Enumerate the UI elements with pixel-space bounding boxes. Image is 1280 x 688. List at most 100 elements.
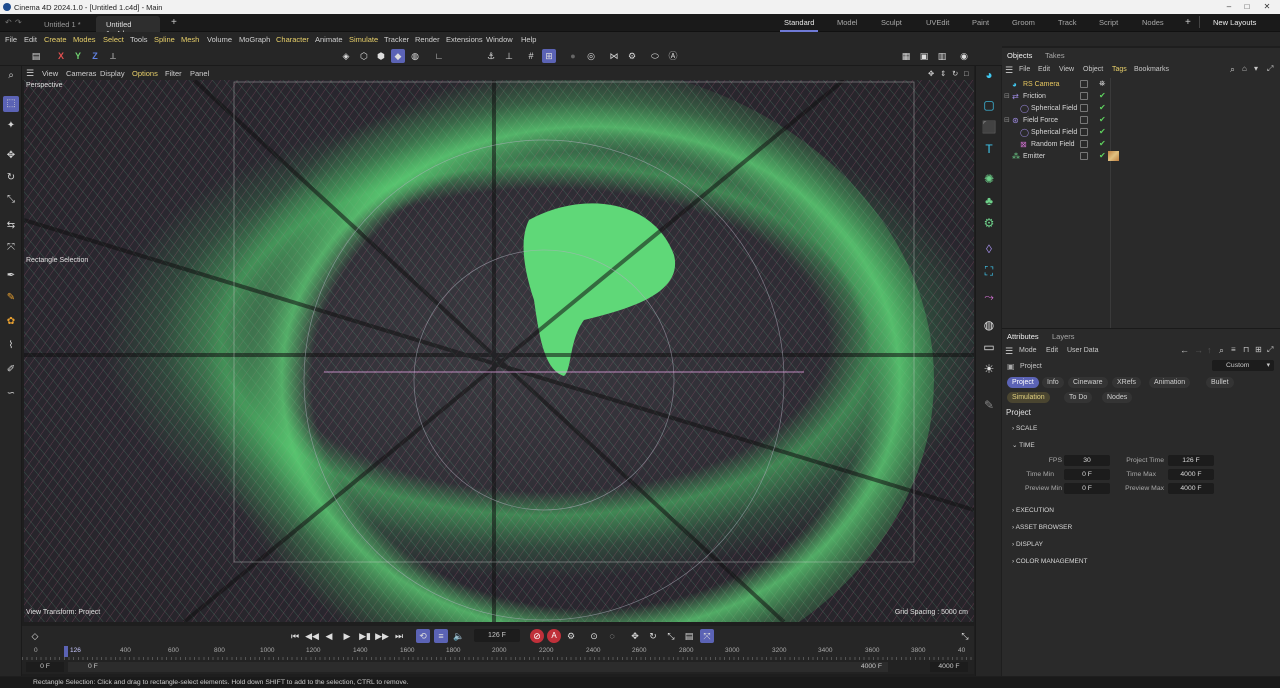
menu-animate[interactable]: Animate [315,35,343,44]
enabled-check-icon[interactable]: ✔ [1099,115,1106,124]
attr-tab-simulation[interactable]: Simulation [1007,392,1050,403]
tab-takes[interactable]: Takes [1045,51,1065,60]
menu-mograph[interactable]: MoGraph [239,35,270,44]
loop-icon[interactable]: ⟲ [416,629,430,643]
zoom-view-icon[interactable]: ⇕ [940,69,946,78]
menu-tools[interactable]: Tools [130,35,148,44]
menu-modes[interactable]: Modes [73,35,96,44]
edges-mode-icon[interactable]: ⬢ [374,49,388,63]
floor-icon[interactable]: ▭ [980,338,998,356]
rotate-view-icon[interactable]: ↻ [952,69,958,78]
layout-tab-standard[interactable]: Standard [779,18,819,32]
light-icon[interactable]: ☀ [980,360,998,378]
search-icon[interactable]: ⌕ [1219,345,1224,356]
attributes-menu-edit[interactable]: Edit [1046,347,1058,354]
asset-browser-icon[interactable]: Ⓐ [666,49,680,63]
enabled-check-icon[interactable]: ✔ [1099,139,1106,148]
menu-character[interactable]: Character [276,35,309,44]
auto-key-icon[interactable]: A [547,629,561,643]
object-row-spherical-field[interactable]: ◯ Spherical Field ✔ [1002,103,1280,115]
text-spline-icon[interactable]: T [980,140,998,158]
enabled-check-icon[interactable]: ✔ [1099,91,1106,100]
timeline-expand-icon[interactable]: ⤡ [958,629,972,643]
toggle-view-icon[interactable]: □ [964,69,969,78]
viewport-menu-options[interactable]: Options [132,69,158,78]
preview-max-field[interactable]: 4000 F [1168,483,1214,494]
menu-extensions[interactable]: Extensions [446,35,483,44]
polygons-mode-icon[interactable]: ◆ [391,49,405,63]
objects-menu-bookmarks[interactable]: Bookmarks [1134,66,1169,73]
paint-icon[interactable]: ✐ [3,362,19,378]
attr-tab-animation[interactable]: Animation [1149,377,1191,388]
object-row-friction[interactable]: ⊟ ⇄ Friction ✔ [1002,91,1280,103]
snap-icon[interactable]: ∟ [432,49,446,63]
filter-icon[interactable]: ≡ [1231,345,1236,354]
motion-record-icon[interactable]: ⊙ [587,629,601,643]
render-view-icon[interactable]: ▦ [899,49,913,63]
collapse-icon[interactable]: ⊟ [1004,116,1010,124]
project-time-field[interactable]: 126 F [1168,455,1214,466]
cloner-icon[interactable]: ♣ [980,192,998,210]
magnet-icon[interactable]: ∽ [3,386,19,402]
back-arrow-icon[interactable]: ← [1180,345,1189,355]
workplane-icon[interactable]: ⚓ [484,49,498,63]
next-frame-icon[interactable]: ▶▮ [358,629,372,643]
visibility-toggle[interactable] [1080,116,1088,124]
time-min-field[interactable]: 0 F [1064,469,1110,480]
record-icon[interactable]: ⊘ [530,629,544,643]
camera-tag-icon[interactable]: ⛯ [1099,79,1105,89]
fps-field[interactable]: 30 [1064,455,1110,466]
object-row-rs-camera[interactable]: ◕ RS Camera ⛯ [1002,79,1280,91]
key-rotation-icon[interactable]: ↻ [646,629,660,643]
keyframe-mode-icon[interactable]: ◇ [28,629,42,643]
points-mode-icon[interactable]: ⬡ [357,49,371,63]
menu-tracker[interactable]: Tracker [384,35,409,44]
visibility-toggle[interactable] [1080,140,1088,148]
layout-tab-nodes[interactable]: Nodes [1142,18,1164,27]
camera-icon[interactable]: ◕ [980,66,998,84]
object-row-emitter[interactable]: ⁂ Emitter ✔ [1002,151,1280,163]
placement-tool-icon[interactable]: ⤧ [3,240,19,256]
range-end-field[interactable]: 4000 F [930,662,968,672]
search-icon[interactable]: ⌕ [3,68,19,84]
select-tool-icon[interactable]: ⬚ [3,96,19,112]
key-param-icon[interactable]: ▤ [682,629,696,643]
new-layouts-button[interactable]: New Layouts [1213,18,1256,27]
locked-workplane-icon[interactable]: ⊥ [502,49,516,63]
expand-icon[interactable]: ⤢ [1267,345,1273,355]
generator-icon[interactable]: ✺ [980,170,998,188]
key-point-level-icon[interactable]: ⤧ [700,629,714,643]
render-settings-icon[interactable]: ⬭ [648,49,662,63]
visibility-toggle[interactable] [1080,80,1088,88]
home-icon[interactable]: ⌂ [1242,64,1247,73]
spline-icon[interactable]: ⤳ [980,288,998,306]
layout-tab-sculpt[interactable]: Sculpt [881,18,902,27]
viewport-menu-panel[interactable]: Panel [190,69,209,78]
viewport-menu-cameras[interactable]: Cameras [66,69,96,78]
menu-create[interactable]: Create [44,35,67,44]
enabled-check-icon[interactable]: ✔ [1099,103,1106,112]
y-axis-lock[interactable]: Y [71,49,85,63]
doc-tab-untitled-1[interactable]: Untitled 1 * [34,16,91,32]
playhead[interactable] [64,646,68,657]
pen-icon[interactable]: ✎ [980,396,998,414]
selection-key-icon[interactable]: ◌ [605,629,619,643]
section-color-management[interactable]: › COLOR MANAGEMENT [1012,558,1088,565]
objects-menu-object[interactable]: Object [1083,66,1103,73]
objects-menu-view[interactable]: View [1059,66,1074,73]
attr-tab-project[interactable]: Project [1007,377,1039,388]
edit-render-settings-icon[interactable]: ▥ [935,49,949,63]
quantize-icon[interactable]: ⊞ [542,49,556,63]
expand-icon[interactable]: ⤢ [1267,64,1273,74]
grid-icon[interactable]: # [524,49,538,63]
attributes-menu-icon[interactable]: ☰ [1005,346,1013,357]
object-row-field-force[interactable]: ⊟ ⊛ Field Force ✔ [1002,115,1280,127]
range-start-field[interactable]: 0 F [26,662,64,672]
maximize-button[interactable]: □ [1240,2,1254,12]
enabled-check-icon[interactable]: ✔ [1099,151,1106,160]
time-max-field[interactable]: 4000 F [1168,469,1214,480]
visibility-toggle[interactable] [1080,104,1088,112]
live-selection-icon[interactable]: ✦ [3,118,19,134]
x-axis-lock[interactable]: X [54,49,68,63]
z-axis-lock[interactable]: Z [88,49,102,63]
